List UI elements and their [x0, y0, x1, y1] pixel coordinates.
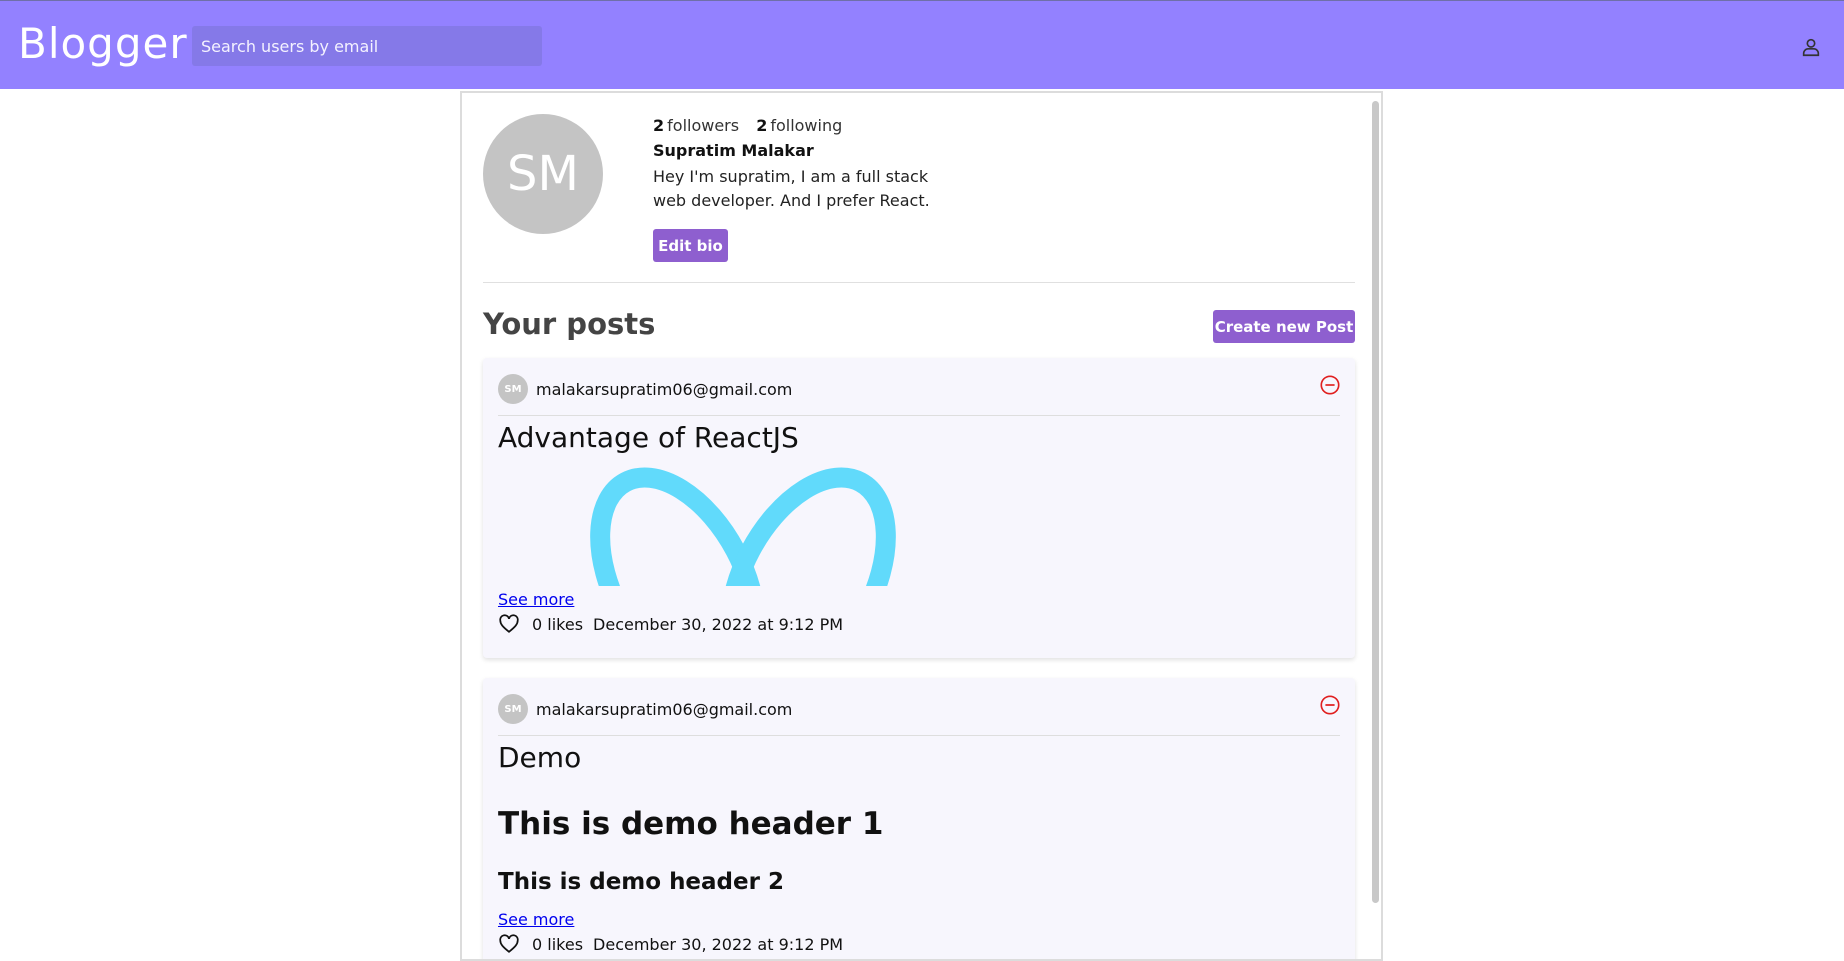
like-count: 0 likes [532, 614, 584, 634]
post-author: SM malakarsupratim06@gmail.com [498, 374, 792, 404]
create-new-post-button[interactable]: Create new Post [1213, 310, 1355, 343]
author-avatar: SM [498, 694, 528, 724]
profile-name: Supratim Malakar [653, 141, 814, 160]
post-author: SM malakarsupratim06@gmail.com [498, 694, 792, 724]
heart-icon[interactable] [498, 613, 520, 635]
edit-bio-button[interactable]: Edit bio [653, 229, 728, 262]
post-header-2: This is demo header 2 [498, 869, 784, 895]
scrollbar[interactable] [1372, 101, 1379, 903]
heart-icon[interactable] [498, 933, 520, 955]
post-title: Demo [498, 741, 582, 774]
post-separator [498, 735, 1340, 736]
post-separator [498, 415, 1340, 416]
post-card: SM malakarsupratim06@gmail.com Demo This… [483, 678, 1355, 959]
following-count: 2 [756, 116, 768, 135]
post-footer: 0 likes December 30, 2022 at 9:12 PM [498, 933, 843, 955]
profile-avatar: SM [483, 114, 603, 234]
profile-panel: SM 2 followers 2 following Supratim Malaka… [460, 91, 1383, 961]
search-users-input[interactable] [192, 26, 542, 66]
post-title: Advantage of ReactJS [498, 421, 799, 454]
brand-logo[interactable]: Blogger [18, 19, 188, 68]
profile-bio: Hey I'm supratim, I am a full stack web … [653, 167, 930, 210]
post-header-1: This is demo header 1 [498, 806, 884, 842]
top-navbar: Blogger [0, 0, 1844, 89]
see-more-link[interactable]: See more [498, 590, 574, 609]
your-posts-heading: Your posts [483, 307, 656, 341]
followers-count: 2 [653, 116, 665, 135]
minus-circle-icon[interactable] [1319, 694, 1341, 716]
follow-stats: 2 followers 2 following [653, 116, 842, 135]
like-count: 0 likes [532, 934, 584, 954]
post-card: SM malakarsupratim06@gmail.com Advantage… [483, 358, 1355, 658]
post-date: December 30, 2022 at 9:12 PM [593, 934, 844, 954]
post-footer: 0 likes December 30, 2022 at 9:12 PM [498, 613, 843, 635]
divider [483, 282, 1355, 283]
author-email[interactable]: malakarsupratim06@gmail.com [536, 700, 792, 719]
followers-label[interactable]: followers [667, 116, 739, 135]
react-logo-image [590, 467, 896, 586]
following-label[interactable]: following [770, 116, 842, 135]
post-date: December 30, 2022 at 9:12 PM [593, 614, 844, 634]
see-more-link[interactable]: See more [498, 910, 574, 929]
author-avatar: SM [498, 374, 528, 404]
author-email[interactable]: malakarsupratim06@gmail.com [536, 380, 792, 399]
user-icon[interactable] [1800, 36, 1822, 58]
minus-circle-icon[interactable] [1319, 374, 1341, 396]
